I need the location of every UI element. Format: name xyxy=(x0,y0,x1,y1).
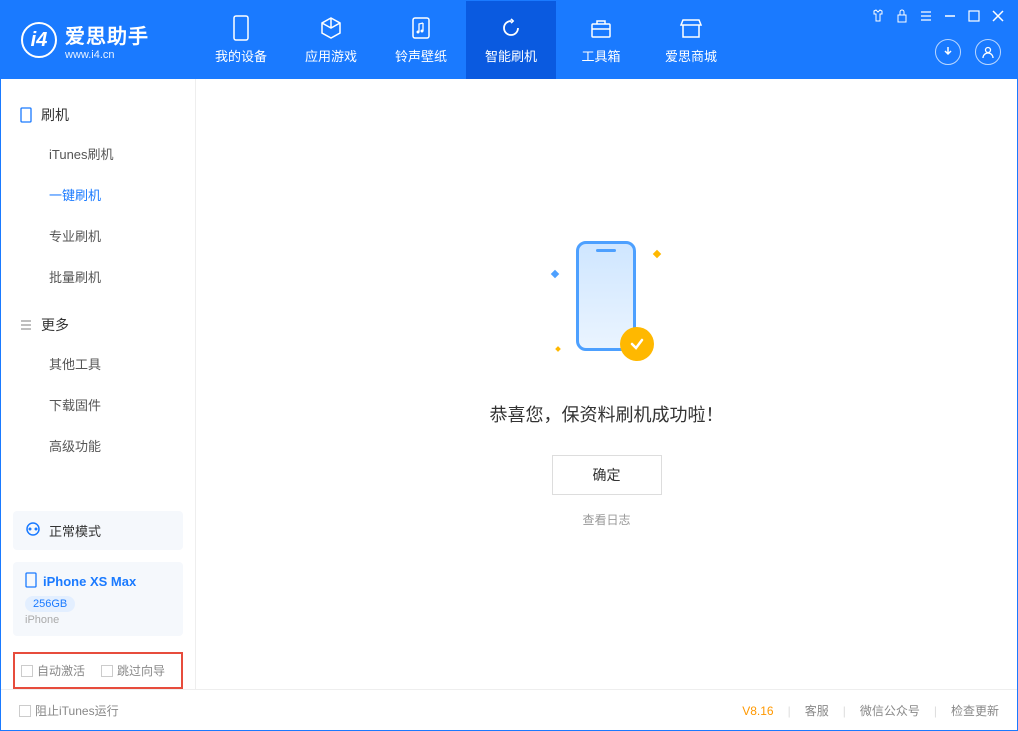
music-icon xyxy=(409,16,433,40)
update-link[interactable]: 检查更新 xyxy=(951,702,999,719)
download-button[interactable] xyxy=(935,39,961,65)
ok-button[interactable]: 确定 xyxy=(552,455,662,495)
sidebar-section-more[interactable]: 更多 xyxy=(1,307,195,343)
nav-tabs: 我的设备 应用游戏 铃声壁纸 智能刷机 工具箱 爱思商城 xyxy=(196,1,736,79)
nav-tab-toolbox[interactable]: 工具箱 xyxy=(556,1,646,79)
success-message: 恭喜您，保资料刷机成功啦！ xyxy=(490,401,724,427)
sidebar-item-itunes-flash[interactable]: iTunes刷机 xyxy=(1,133,195,174)
sidebar-section-flash[interactable]: 刷机 xyxy=(1,97,195,133)
nav-tab-store[interactable]: 爱思商城 xyxy=(646,1,736,79)
section-title: 刷机 xyxy=(41,105,69,125)
device-type: iPhone xyxy=(25,614,171,626)
nav-tab-device[interactable]: 我的设备 xyxy=(196,1,286,79)
logo-icon: i4 xyxy=(21,22,57,58)
app-url: www.i4.cn xyxy=(65,49,149,61)
mode-icon xyxy=(25,521,41,540)
checkbox-skip-guide[interactable]: 跳过向导 xyxy=(101,662,165,679)
nav-label: 爱思商城 xyxy=(665,46,717,65)
main-content: 恭喜您，保资料刷机成功啦！ 确定 查看日志 xyxy=(196,79,1017,689)
footer: 阻止iTunes运行 V8.16 | 客服 | 微信公众号 | 检查更新 xyxy=(1,689,1017,731)
nav-tab-ringtone[interactable]: 铃声壁纸 xyxy=(376,1,466,79)
nav-label: 铃声壁纸 xyxy=(395,46,447,65)
nav-tab-flash[interactable]: 智能刷机 xyxy=(466,1,556,79)
toolbox-icon xyxy=(589,16,613,40)
device-icon xyxy=(229,16,253,40)
check-icon xyxy=(620,327,654,361)
nav-label: 我的设备 xyxy=(215,46,267,65)
shirt-icon[interactable] xyxy=(871,9,885,23)
store-icon xyxy=(679,16,703,40)
sidebar-item-oneclick-flash[interactable]: 一键刷机 xyxy=(1,174,195,215)
mode-box[interactable]: 正常模式 xyxy=(13,511,183,550)
checkbox-auto-activate[interactable]: 自动激活 xyxy=(21,662,85,679)
refresh-icon xyxy=(499,16,523,40)
device-icon xyxy=(25,572,37,591)
nav-tab-apps[interactable]: 应用游戏 xyxy=(286,1,376,79)
maximize-icon[interactable] xyxy=(967,9,981,23)
logo[interactable]: i4 爱思助手 www.i4.cn xyxy=(1,20,196,61)
minimize-icon[interactable] xyxy=(943,9,957,23)
sidebar-item-advanced[interactable]: 高级功能 xyxy=(1,425,195,466)
menu-icon xyxy=(19,318,33,332)
highlighted-checkbox-row: 自动激活 跳过向导 xyxy=(13,652,183,689)
success-illustration xyxy=(562,241,652,371)
mode-label: 正常模式 xyxy=(49,521,101,540)
version-label: V8.16 xyxy=(742,704,773,718)
window-controls xyxy=(871,9,1005,23)
nav-label: 工具箱 xyxy=(581,46,620,65)
sidebar-item-other-tools[interactable]: 其他工具 xyxy=(1,343,195,384)
cube-icon xyxy=(319,16,343,40)
header: i4 爱思助手 www.i4.cn 我的设备 应用游戏 铃声壁纸 智能刷机 工具… xyxy=(1,1,1017,79)
sidebar-item-pro-flash[interactable]: 专业刷机 xyxy=(1,215,195,256)
device-name: iPhone XS Max xyxy=(43,574,136,589)
checkbox-block-itunes[interactable]: 阻止iTunes运行 xyxy=(19,702,119,719)
nav-label: 智能刷机 xyxy=(485,46,537,65)
support-link[interactable]: 客服 xyxy=(805,702,829,719)
wechat-link[interactable]: 微信公众号 xyxy=(860,702,920,719)
view-log-link[interactable]: 查看日志 xyxy=(582,511,630,528)
sidebar: 刷机 iTunes刷机 一键刷机 专业刷机 批量刷机 更多 其他工具 下载固件 … xyxy=(1,79,196,689)
lock-icon[interactable] xyxy=(895,9,909,23)
device-box[interactable]: iPhone XS Max 256GB iPhone xyxy=(13,562,183,636)
sidebar-item-batch-flash[interactable]: 批量刷机 xyxy=(1,256,195,297)
user-button[interactable] xyxy=(975,39,1001,65)
nav-label: 应用游戏 xyxy=(305,46,357,65)
menu-icon[interactable] xyxy=(919,9,933,23)
sidebar-item-download-firmware[interactable]: 下载固件 xyxy=(1,384,195,425)
app-title: 爱思助手 xyxy=(65,20,149,49)
storage-badge: 256GB xyxy=(25,596,75,612)
phone-icon xyxy=(19,108,33,122)
section-title: 更多 xyxy=(41,315,69,335)
close-icon[interactable] xyxy=(991,9,1005,23)
